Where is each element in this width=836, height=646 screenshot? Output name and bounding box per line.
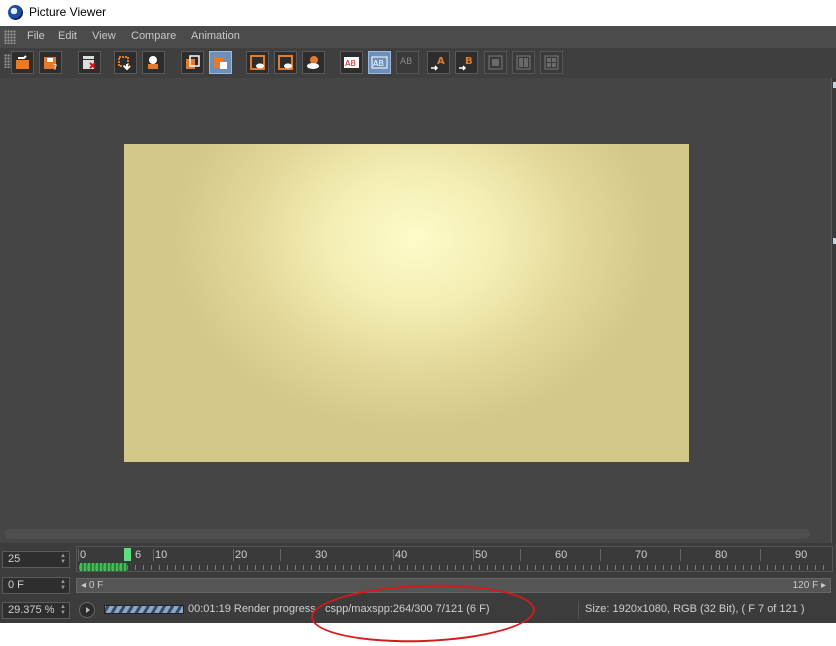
tick-line	[600, 549, 601, 561]
tick-line	[153, 549, 154, 561]
save-icon: ?	[44, 57, 57, 71]
menu-edit[interactable]: Edit	[58, 30, 77, 42]
current-frame-value: 0 F	[8, 579, 24, 591]
export-icon	[118, 56, 131, 71]
layout-1-icon	[488, 55, 503, 70]
tick-label: 60	[555, 549, 568, 561]
tick-label: 10	[155, 549, 168, 561]
toolbar: ? AB AB AB A B	[0, 48, 836, 79]
image-viewport[interactable]	[0, 78, 836, 543]
render-progress-bar	[104, 605, 184, 614]
set-a-icon: A	[431, 56, 445, 71]
svg-text:AB: AB	[400, 57, 412, 67]
spin-arrows-icon[interactable]: ▲ ▼	[60, 553, 66, 565]
tick-line	[520, 549, 521, 561]
eye-compare-icon	[307, 56, 319, 69]
fps-value: 25	[8, 553, 21, 565]
zoom-field[interactable]: 29.375 % ▲ ▼	[2, 602, 70, 619]
open-icon	[16, 55, 29, 69]
tick-label: 6	[135, 549, 142, 561]
region-a-button[interactable]	[246, 51, 269, 74]
svg-text:A: A	[437, 56, 445, 67]
rendered-image	[124, 144, 689, 462]
vertical-scrollbar[interactable]	[831, 78, 836, 543]
user-render-icon	[148, 56, 158, 69]
set-a-button[interactable]: A	[427, 51, 450, 74]
ab-disabled-icon: AB	[400, 57, 412, 67]
cinema4d-app-icon	[8, 5, 23, 20]
open-button[interactable]	[11, 51, 34, 74]
tick-line	[280, 549, 281, 561]
ab-split-icon: AB	[371, 56, 388, 69]
user-render-button[interactable]	[142, 51, 165, 74]
copy-frame-button[interactable]	[181, 51, 204, 74]
fps-field[interactable]: 25 ▲ ▼	[2, 551, 70, 568]
clapper-icon	[83, 56, 96, 69]
layout-3-button[interactable]	[540, 51, 563, 74]
tick-line	[760, 549, 761, 561]
ab-label-icon: AB	[344, 57, 359, 68]
set-b-button[interactable]: B	[455, 51, 478, 74]
svg-text:AB: AB	[373, 59, 384, 68]
window-title: Picture Viewer	[29, 5, 107, 19]
spin-arrows-icon[interactable]: ▲ ▼	[60, 604, 66, 616]
region-b-icon	[278, 55, 293, 70]
layout-3-icon	[544, 55, 559, 70]
range-end-label: 120 F ▸	[792, 580, 826, 591]
tick-label: 80	[715, 549, 728, 561]
horizontal-scrollbar[interactable]	[4, 529, 810, 539]
tick-label: 70	[635, 549, 648, 561]
current-frame-marker[interactable]	[124, 548, 131, 561]
tick-line	[680, 549, 681, 561]
menu-compare[interactable]: Compare	[131, 30, 176, 42]
zoom-value: 29.375 %	[8, 604, 55, 616]
title-bar: Picture Viewer	[0, 0, 836, 26]
region-a-icon	[250, 55, 265, 70]
current-frame-field[interactable]: 0 F ▲ ▼	[2, 577, 70, 594]
copy-frame-icon	[186, 55, 200, 69]
menu-file[interactable]: File	[27, 30, 45, 42]
export-button[interactable]	[114, 51, 137, 74]
menu-grip-icon[interactable]	[4, 30, 16, 44]
range-start-label: ◂ 0 F	[81, 580, 104, 591]
timeline-ruler[interactable]: 0 6 10 20 30 40 50 60 70 80 90	[76, 546, 833, 572]
region-b-button[interactable]	[274, 51, 297, 74]
layout-2-button[interactable]	[512, 51, 535, 74]
svg-text:AB: AB	[345, 59, 356, 68]
tick-label: 40	[395, 549, 408, 561]
tick-line	[393, 549, 394, 561]
clapper-button[interactable]	[78, 51, 101, 74]
tick-label: 50	[475, 549, 488, 561]
save-button[interactable]: ?	[39, 51, 62, 74]
eye-compare-button[interactable]	[302, 51, 325, 74]
tick-line	[78, 549, 79, 561]
film-strip-button[interactable]	[209, 51, 232, 74]
elapsed-time-label: 00:01:19 Render progress	[188, 603, 316, 615]
status-separator	[578, 601, 579, 619]
set-b-icon: B	[459, 56, 473, 71]
svg-text:B: B	[465, 56, 473, 67]
spin-arrows-icon[interactable]: ▲ ▼	[60, 579, 66, 591]
ab-split-button[interactable]: AB	[368, 51, 391, 74]
range-start-value: 0 F	[88, 580, 104, 591]
layout-2-icon	[516, 55, 531, 70]
menu-view[interactable]: View	[92, 30, 116, 42]
play-button[interactable]	[79, 602, 95, 618]
ruler-ticks	[79, 565, 831, 570]
svg-text:?: ?	[53, 63, 57, 71]
tick-line	[473, 549, 474, 561]
tick-line	[233, 549, 234, 561]
film-strip-icon	[214, 57, 227, 69]
tick-label: 0	[80, 549, 87, 561]
tick-label: 30	[315, 549, 328, 561]
size-info-label: Size: 1920x1080, RGB (32 Bit), ( F 7 of …	[585, 603, 805, 615]
range-end-value: 120 F	[792, 580, 819, 591]
menu-bar: File Edit View Compare Animation	[0, 26, 836, 48]
ab-disabled-button[interactable]: AB	[396, 51, 419, 74]
menu-animation[interactable]: Animation	[191, 30, 240, 42]
ab-label-button[interactable]: AB	[340, 51, 363, 74]
tick-label: 20	[235, 549, 248, 561]
layout-1-button[interactable]	[484, 51, 507, 74]
tick-label: 90	[795, 549, 808, 561]
